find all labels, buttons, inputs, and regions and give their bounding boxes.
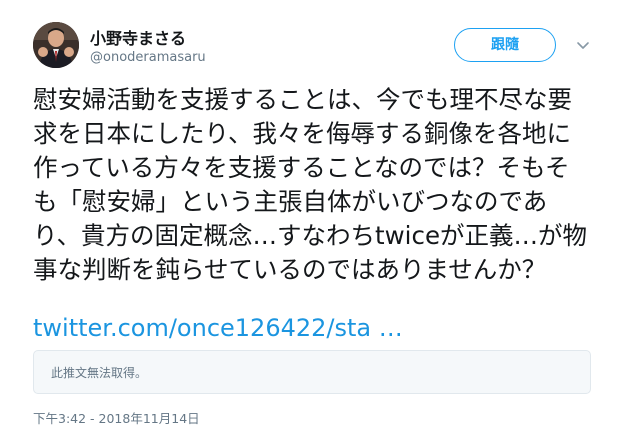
unavailable-message: 此推文無法取得。 <box>51 366 148 380</box>
follow-button[interactable]: 跟隨 <box>454 28 556 62</box>
display-name[interactable]: 小野寺まさる <box>90 25 186 49</box>
tweet-card: 小野寺まさる @onoderamasaru 跟隨 慰安婦活動を支援することは、今… <box>0 0 619 436</box>
tweet-timestamp[interactable]: 下午3:42 - 2018年11月14日 <box>33 408 200 427</box>
chevron-down-icon[interactable] <box>575 37 591 53</box>
quoted-tweet-unavailable-card: 此推文無法取得。 <box>33 350 591 394</box>
tweet-text: 慰安婦活動を支援することは、今でも理不尽な要求を日本にしたり、我々を侮辱する銅像… <box>33 85 588 284</box>
user-handle[interactable]: @onoderamasaru <box>90 50 206 65</box>
avatar[interactable] <box>33 22 79 68</box>
tweet-link[interactable]: twitter.com/once126422/sta … <box>33 311 403 345</box>
profile-photo-icon <box>33 22 79 68</box>
